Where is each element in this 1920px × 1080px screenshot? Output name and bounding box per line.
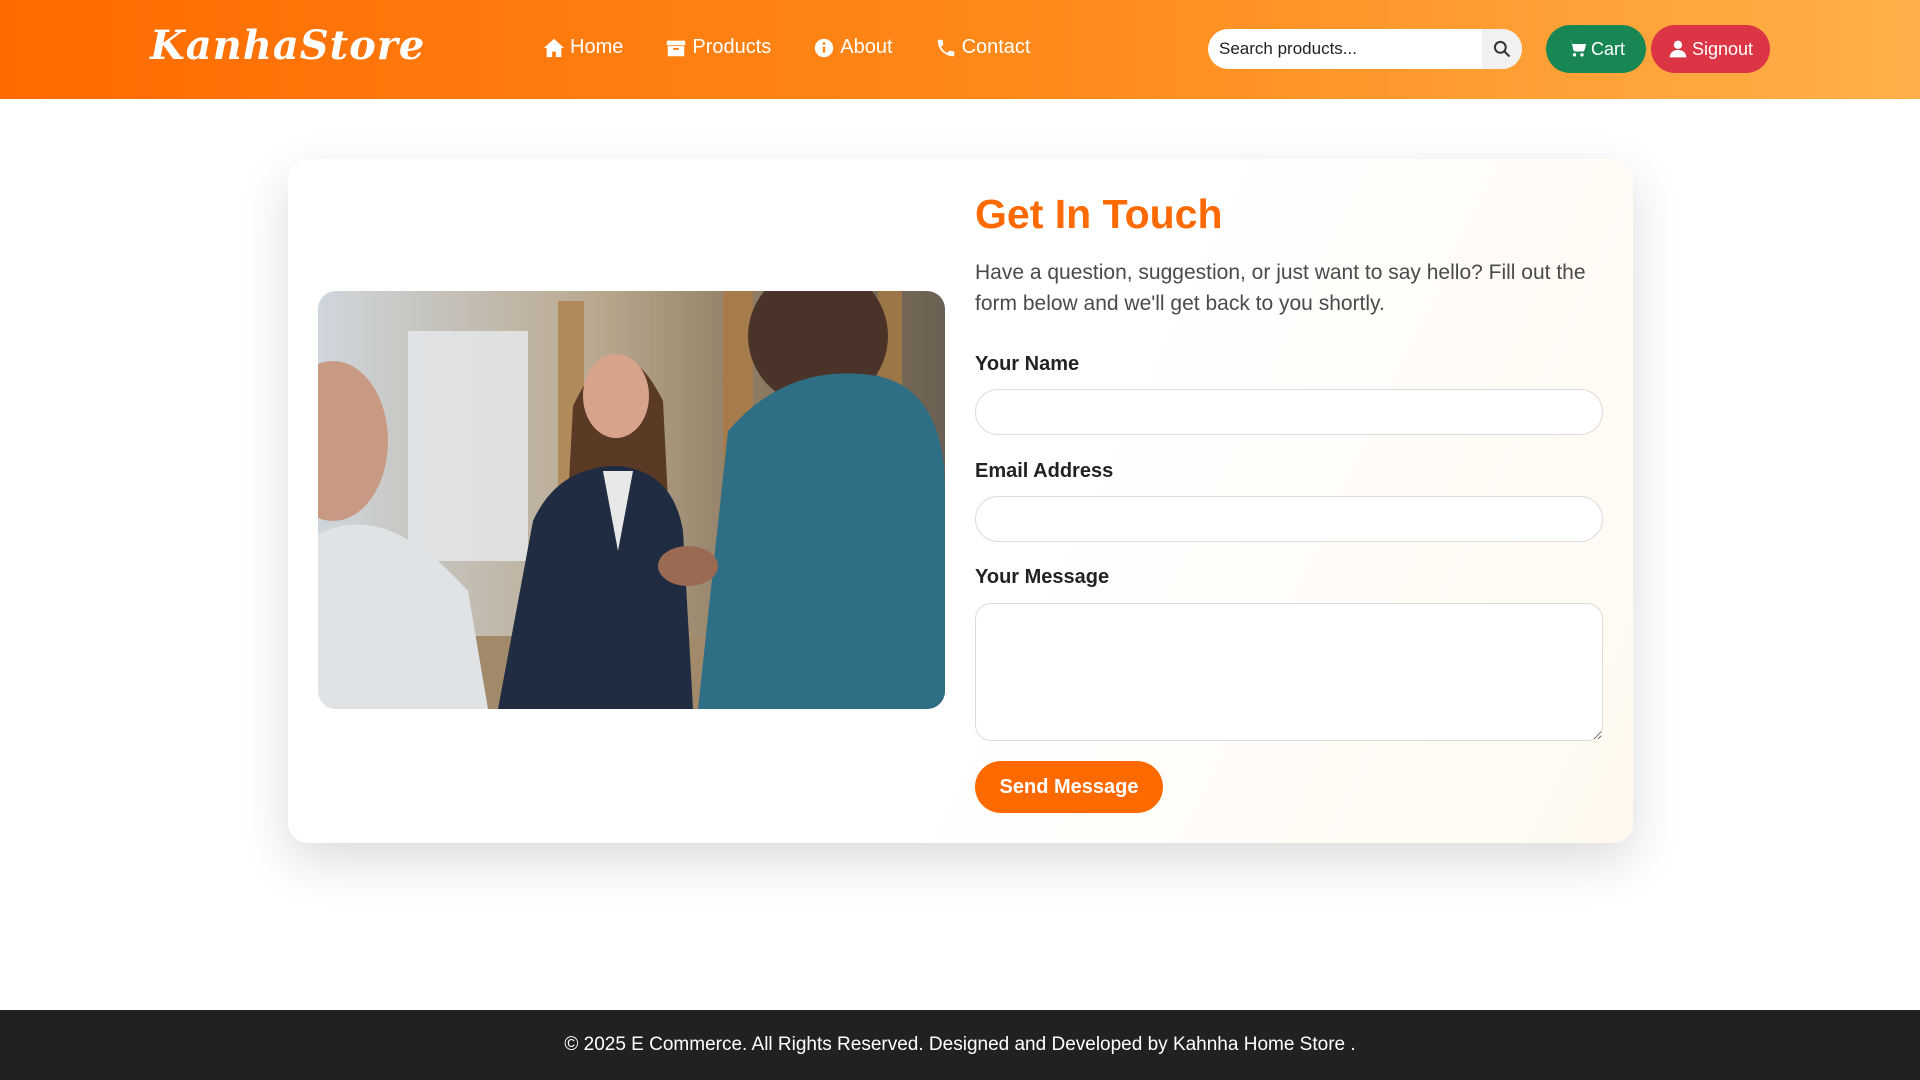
name-field[interactable]: [975, 389, 1603, 435]
nav-item-contact[interactable]: Contact: [935, 36, 1031, 59]
box-icon: [667, 40, 686, 56]
phone-icon: [937, 39, 954, 56]
navbar: KanhaStore Home Products About Contact C…: [0, 0, 1920, 99]
send-message-button[interactable]: Send Message: [975, 761, 1163, 813]
brand-logo[interactable]: KanhaStore: [150, 22, 425, 69]
cart-button[interactable]: Cart: [1546, 25, 1646, 73]
nav-item-label: Home: [570, 36, 624, 58]
home-icon: [543, 38, 565, 57]
search-box: [1208, 29, 1522, 69]
search-icon: [1493, 40, 1511, 58]
intro-text: Have a question, suggestion, or just wan…: [975, 261, 1586, 315]
nav-item-products[interactable]: Products: [665, 36, 771, 59]
cart-label: Cart: [1590, 38, 1625, 59]
signout-button[interactable]: Signout: [1651, 25, 1770, 73]
contact-card: Get In Touch Have a question, suggestion…: [288, 159, 1633, 843]
nav-item-about[interactable]: About: [813, 36, 893, 59]
nav-item-label: Contact: [961, 36, 1031, 58]
nav-item-label: About: [840, 36, 893, 58]
message-field[interactable]: [975, 603, 1603, 741]
email-label: Email Address: [975, 460, 1114, 482]
main-nav: Home Products About Contact: [543, 36, 1031, 59]
footer: © 2025 E Commerce. All Rights Reserved. …: [0, 1010, 1920, 1080]
contact-photo: [318, 291, 945, 709]
page-title: Get In Touch: [975, 191, 1223, 237]
user-icon: [1669, 40, 1687, 58]
search-button[interactable]: [1482, 29, 1522, 69]
search-input[interactable]: [1208, 29, 1482, 69]
cart-icon: [1567, 40, 1587, 57]
nav-item-label: Products: [692, 36, 772, 58]
email-field[interactable]: [975, 496, 1603, 542]
signout-label: Signout: [1691, 38, 1754, 59]
nav-item-home[interactable]: Home: [543, 36, 623, 59]
footer-copyright: © 2025 E Commerce. All Rights Reserved. …: [564, 1034, 1356, 1055]
info-icon: [815, 38, 834, 57]
message-label: Your Message: [975, 566, 1110, 588]
name-label: Your Name: [975, 353, 1080, 375]
handshake-photo: [318, 291, 945, 709]
